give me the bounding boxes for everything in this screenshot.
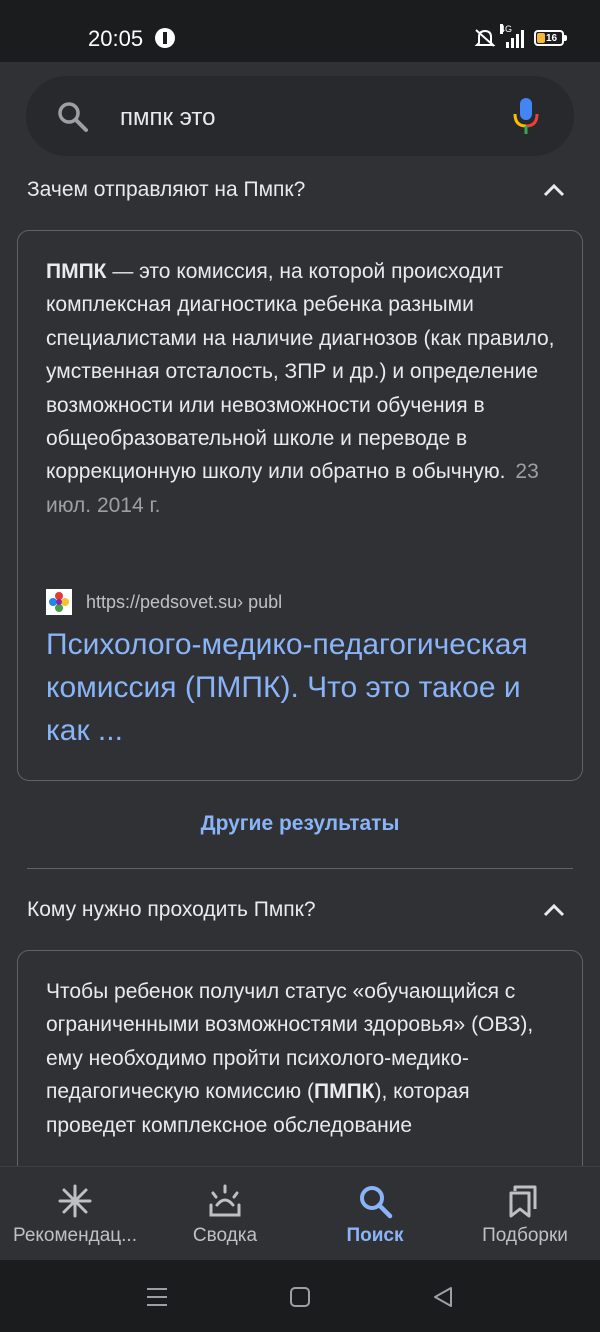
sunrise-icon xyxy=(209,1184,241,1217)
signal-icon: 4G xyxy=(500,24,524,48)
divider xyxy=(27,868,573,869)
system-navigation xyxy=(0,1260,600,1332)
answer-bold: ПМПК xyxy=(314,1080,375,1104)
answer-bold: ПМПК xyxy=(46,260,107,283)
question-row[interactable]: Кому нужно проходить Пмпк? xyxy=(0,892,600,932)
search-results[interactable]: Зачем отправляют на Пмпк? ПМПК — это ком… xyxy=(0,170,600,1166)
nav-collections[interactable]: Подборки xyxy=(450,1167,600,1261)
source-path: › publ xyxy=(237,591,283,612)
status-time: 20:05 xyxy=(88,26,144,51)
chevron-up-icon[interactable] xyxy=(542,902,566,918)
answer-snippet: Чтобы ребенок получил статус «обучающийс… xyxy=(46,975,558,1142)
home-icon[interactable] xyxy=(287,1284,313,1310)
nav-recommendations[interactable]: Рекомендац... xyxy=(0,1167,150,1261)
question-text: Зачем отправляют на Пмпк? xyxy=(27,178,306,201)
source-row[interactable]: https://pedsovet.su › publ xyxy=(46,588,282,616)
collections-icon xyxy=(509,1185,537,1218)
microphone-icon[interactable] xyxy=(512,96,540,136)
nav-label: Поиск xyxy=(346,1225,404,1246)
nav-updates[interactable]: Сводка xyxy=(150,1167,300,1261)
back-icon[interactable] xyxy=(430,1284,456,1310)
battery-level: 16 xyxy=(546,32,558,44)
status-bar: 20:05 4G 16 xyxy=(0,0,600,62)
answer-snippet: ПМПК — это комиссия, на которой происход… xyxy=(46,255,558,522)
search-query[interactable]: пмпк это xyxy=(120,104,215,132)
question-row[interactable]: Зачем отправляют на Пмпк? xyxy=(0,172,600,212)
bottom-navigation: Рекомендац... Сводка Поиск Подборки xyxy=(0,1166,600,1260)
source-url: https://pedsovet.su xyxy=(86,591,238,612)
answer-card: Чтобы ребенок получил статус «обучающийс… xyxy=(17,950,583,1166)
nav-search[interactable]: Поиск xyxy=(300,1167,450,1261)
search-icon xyxy=(360,1186,393,1219)
chevron-up-icon[interactable] xyxy=(542,182,566,198)
result-title-link[interactable]: Психолого-медико-педагогическая комиссия… xyxy=(46,623,566,752)
search-box[interactable]: пмпк это xyxy=(26,76,574,156)
more-results-link[interactable]: Другие результаты xyxy=(0,812,600,836)
nav-label: Рекомендац... xyxy=(13,1225,137,1246)
notification-icon xyxy=(155,28,175,48)
nav-label: Подборки xyxy=(482,1225,568,1246)
menu-icon[interactable] xyxy=(144,1284,170,1310)
battery-icon: 16 xyxy=(534,30,567,46)
answer-card: ПМПК — это комиссия, на которой происход… xyxy=(17,230,583,781)
search-icon xyxy=(58,102,88,132)
network-type: 4G xyxy=(500,24,513,34)
search-header: пмпк это xyxy=(0,62,600,170)
nav-label: Сводка xyxy=(192,1225,258,1246)
asterisk-icon xyxy=(58,1184,92,1218)
status-icons: 4G 16 xyxy=(474,24,567,50)
bell-muted-icon xyxy=(474,29,496,47)
question-text: Кому нужно проходить Пмпк? xyxy=(27,898,316,921)
answer-text: — это комиссия, на которой происходит ко… xyxy=(46,260,555,484)
pedsovet-favicon-icon xyxy=(46,589,72,615)
